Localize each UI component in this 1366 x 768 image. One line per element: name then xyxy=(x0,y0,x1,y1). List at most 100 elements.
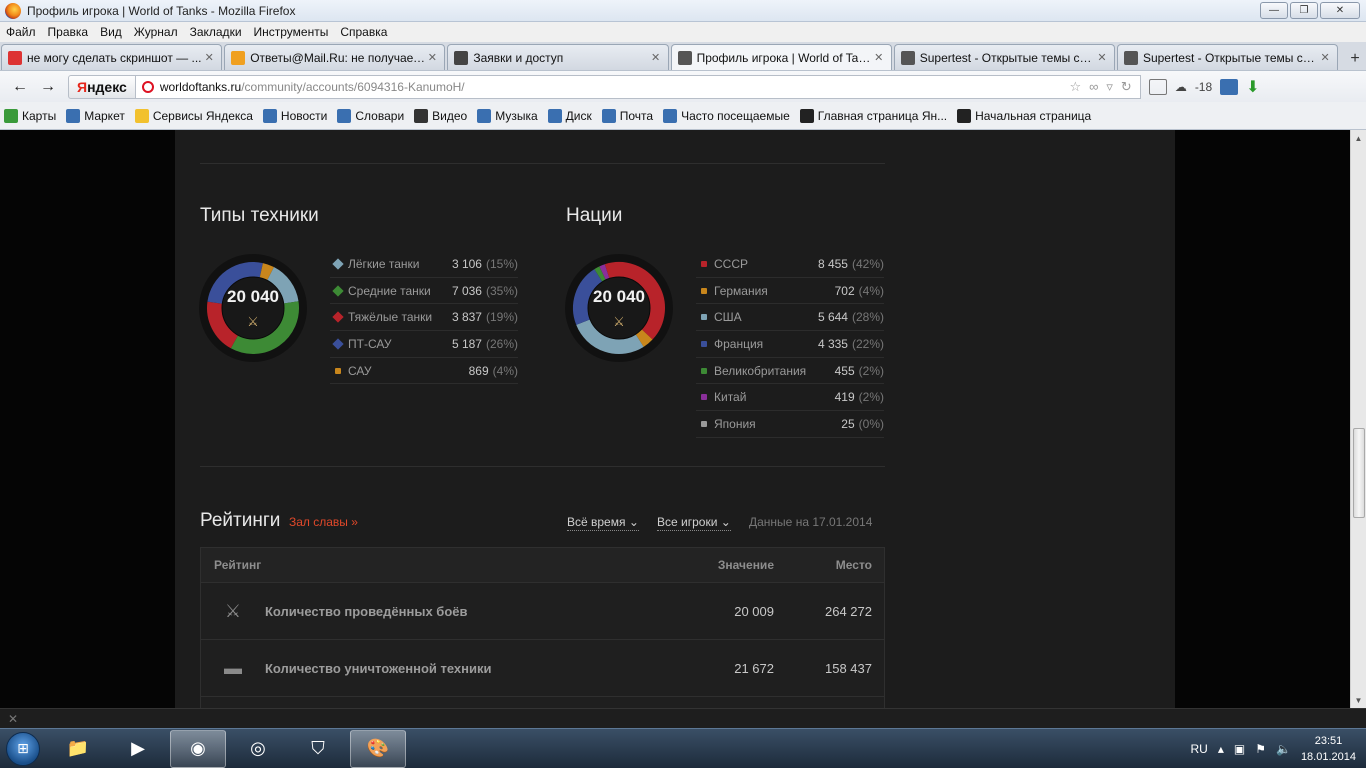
players-dropdown[interactable]: Все игроки ⌄ xyxy=(657,515,731,531)
menu-history[interactable]: Журнал xyxy=(134,25,178,39)
url-dropdown-icon[interactable]: ▿ xyxy=(1106,79,1113,95)
scroll-up-arrow-icon[interactable]: ▲ xyxy=(1351,130,1366,146)
tab-close-icon[interactable]: ✕ xyxy=(426,51,438,64)
reload-icon[interactable]: ↻ xyxy=(1121,79,1132,95)
bookmark-item[interactable]: Начальная страница xyxy=(957,108,1091,123)
bookmark-item[interactable]: Главная страница Ян... xyxy=(799,108,947,123)
menu-bookmarks[interactable]: Закладки xyxy=(190,25,242,39)
action-center-flag-icon[interactable]: ⚑ xyxy=(1255,742,1266,756)
download-arrow-icon[interactable]: ⬇ xyxy=(1246,77,1259,97)
vehicle-types-donut-chart xyxy=(199,254,307,362)
hall-of-fame-link[interactable]: Зал славы » xyxy=(289,515,358,529)
tab-title: Профиль игрока | World of Tan... xyxy=(696,50,873,65)
menu-edit[interactable]: Правка xyxy=(48,25,89,39)
weather-icon[interactable]: ☁ xyxy=(1175,80,1187,94)
back-button[interactable]: ← xyxy=(6,75,34,99)
browser-tab[interactable]: Ответы@Mail.Ru: не получаетс... ✕ xyxy=(224,44,446,70)
crossed-swords-icon: ⚔ xyxy=(224,600,242,621)
bookmark-item[interactable]: Видео xyxy=(414,108,467,123)
close-addon-bar-icon[interactable]: ✕ xyxy=(8,712,18,726)
forward-button[interactable]: → xyxy=(34,75,62,99)
tab-strip: не могу сделать скриншот — ... ✕ Ответы@Ma… xyxy=(0,42,1366,70)
legend-name: США xyxy=(714,310,742,325)
tab-close-icon[interactable]: ✕ xyxy=(203,51,215,64)
firefox-icon[interactable]: ◉ xyxy=(170,729,226,768)
bookmark-item[interactable]: Карты xyxy=(4,108,56,123)
data-date: Данные на 17.01.2014 xyxy=(749,515,873,529)
tab-close-icon[interactable]: ✕ xyxy=(1096,51,1108,64)
system-tray: RU ▴ ▣ ⚑ 🔈 23:51 18.01.2014 xyxy=(1191,733,1366,765)
media-player-icon[interactable]: ▶ xyxy=(110,730,166,768)
period-dropdown[interactable]: Всё время ⌄ xyxy=(567,515,639,531)
language-indicator[interactable]: RU xyxy=(1191,742,1208,756)
site-identity-icon[interactable] xyxy=(141,80,154,93)
tab-close-icon[interactable]: ✕ xyxy=(1319,51,1331,64)
explorer-icon[interactable]: 📁 xyxy=(50,730,106,768)
bookmark-item[interactable]: Музыка xyxy=(477,108,538,123)
volume-icon[interactable]: 🔈 xyxy=(1276,742,1291,756)
vertical-scrollbar[interactable]: ▲ ▼ xyxy=(1350,130,1366,708)
browser-tab[interactable]: Supertest - Открытые темы суп... ✕ xyxy=(893,44,1115,70)
yandex-button[interactable]: Яндекс xyxy=(68,74,136,99)
bookmark-item[interactable]: Маркет xyxy=(66,108,125,123)
legend-percent: (2%) xyxy=(858,363,884,378)
tab-title: Supertest - Открытые темы суп... xyxy=(1142,50,1320,65)
world-of-tanks-icon[interactable]: ⛉ xyxy=(290,730,346,768)
period-dropdown-label: Всё время xyxy=(567,515,626,529)
browser-tab[interactable]: Заявки и доступ ✕ xyxy=(447,44,669,70)
legend-name: Средние танки xyxy=(348,283,431,298)
bookmark-item[interactable]: Новости xyxy=(262,108,327,123)
menu-file[interactable]: Файл xyxy=(6,25,36,39)
bookmark-favicon-icon xyxy=(601,108,616,123)
tab-close-icon[interactable]: ✕ xyxy=(650,51,662,64)
tab-favicon-icon xyxy=(231,50,246,65)
table-row: ▬ Количество уничтоженной техники 21 672 15… xyxy=(201,640,884,697)
reader-glasses-icon[interactable]: ∞ xyxy=(1089,79,1098,95)
browser-tab[interactable]: Профиль игрока | World of Tan... ✕ xyxy=(670,44,892,70)
scrollbar-thumb[interactable] xyxy=(1353,428,1365,518)
url-bar[interactable]: worldoftanks.ru/community/accounts/60943… xyxy=(135,74,1141,99)
scroll-down-arrow-icon[interactable]: ▼ xyxy=(1351,692,1366,708)
legend-value: 455 xyxy=(834,363,855,378)
column-place: Место xyxy=(835,558,872,572)
paint-icon[interactable]: 🎨 xyxy=(350,729,406,768)
ratings-table-header: Рейтинг Значение Место xyxy=(201,548,884,583)
close-window-button[interactable]: ✕ xyxy=(1320,2,1360,19)
minimize-button[interactable]: — xyxy=(1260,2,1288,19)
legend-value: 7 036 xyxy=(451,283,482,298)
legend-marker-icon xyxy=(701,340,707,347)
mail-icon[interactable] xyxy=(1148,78,1167,95)
yandex-bar-icon[interactable] xyxy=(1220,78,1239,95)
new-tab-button[interactable]: + xyxy=(1344,48,1366,70)
section-divider xyxy=(200,163,885,164)
bookmark-item[interactable]: Часто посещаемые xyxy=(663,108,790,123)
legend-name: ПТ-САУ xyxy=(348,336,392,351)
tab-close-icon[interactable]: ✕ xyxy=(873,51,885,64)
legend-value: 4 335 xyxy=(817,336,848,351)
bookmark-item[interactable]: Словари xyxy=(337,108,405,123)
firefox-logo-icon xyxy=(5,2,21,19)
legend-percent: (42%) xyxy=(851,256,884,271)
bookmark-star-icon[interactable]: ☆ xyxy=(1069,79,1081,95)
bookmark-item[interactable]: Почта xyxy=(601,108,653,123)
game-client-icon[interactable]: ◎ xyxy=(230,730,286,768)
tray-expand-icon[interactable]: ▴ xyxy=(1218,742,1224,756)
bookmark-label: Словари xyxy=(355,108,405,123)
menu-view[interactable]: Вид xyxy=(100,25,122,39)
browser-tab[interactable]: не могу сделать скриншот — ... ✕ xyxy=(1,44,223,70)
network-icon[interactable]: ▣ xyxy=(1234,742,1245,756)
donut-segment xyxy=(599,264,610,280)
menu-tools[interactable]: Инструменты xyxy=(254,25,329,39)
bookmark-item[interactable]: Диск xyxy=(547,108,592,123)
vehicle-types-total: 20 040 xyxy=(227,287,279,306)
start-button[interactable]: ⊞ xyxy=(0,729,46,768)
clock[interactable]: 23:51 18.01.2014 xyxy=(1301,733,1356,765)
browser-tab[interactable]: Supertest - Открытые темы суп... ✕ xyxy=(1116,44,1339,70)
bookmark-item[interactable]: Сервисы Яндекса xyxy=(134,108,253,123)
menu-help[interactable]: Справка xyxy=(340,25,387,39)
vehicle-types-title: Типы техники xyxy=(200,205,319,226)
legend-value: 702 xyxy=(834,283,855,298)
bookmark-favicon-icon xyxy=(414,108,429,123)
maximize-button[interactable]: ❐ xyxy=(1290,2,1318,19)
legend-marker-icon xyxy=(335,367,341,374)
